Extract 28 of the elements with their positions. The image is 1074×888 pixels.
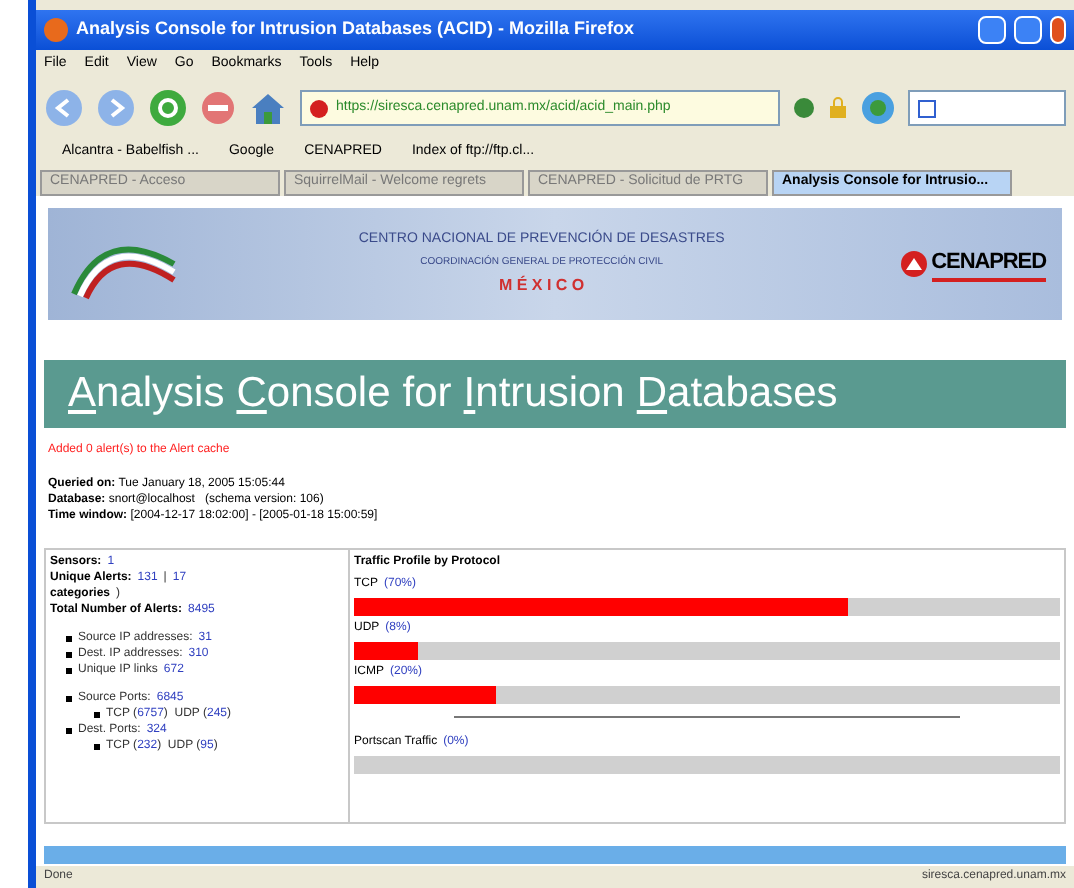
reload-icon[interactable] — [148, 88, 188, 128]
lock-icon — [828, 96, 848, 120]
bullet-icon — [66, 695, 72, 701]
site-icon — [310, 99, 328, 117]
maximize-button[interactable] — [1014, 16, 1042, 44]
bullet-icon — [94, 711, 100, 717]
home-icon[interactable] — [248, 90, 288, 126]
banner-country: M É X I C O — [498, 274, 585, 298]
bullet-icon — [66, 651, 72, 657]
cenapred-logo-icon — [899, 250, 928, 278]
bullet-icon — [66, 667, 72, 673]
window-title: Analysis Console for Intrusion Databases (ACID) - Mozilla Firefox — [76, 16, 637, 43]
search-icon — [918, 99, 936, 117]
cenapred-logo-text: CENAPRED — [931, 245, 1046, 283]
page-title: Analysis Console for Intrusion Databases — [44, 360, 1066, 428]
minimize-button[interactable] — [978, 16, 1006, 44]
stop-icon[interactable] — [200, 90, 236, 126]
search-engine-icon[interactable] — [860, 90, 896, 126]
go-icon[interactable] — [792, 96, 816, 120]
back-icon[interactable] — [44, 88, 84, 128]
firefox-icon — [44, 18, 68, 42]
search-field[interactable] — [908, 90, 1066, 126]
bullet-icon — [66, 635, 72, 641]
close-button[interactable] — [1050, 16, 1066, 44]
bullet-icon — [94, 743, 100, 749]
bullet-icon — [66, 727, 72, 733]
forward-icon[interactable] — [96, 88, 136, 128]
horizontal-scrollbar[interactable] — [44, 846, 1066, 864]
